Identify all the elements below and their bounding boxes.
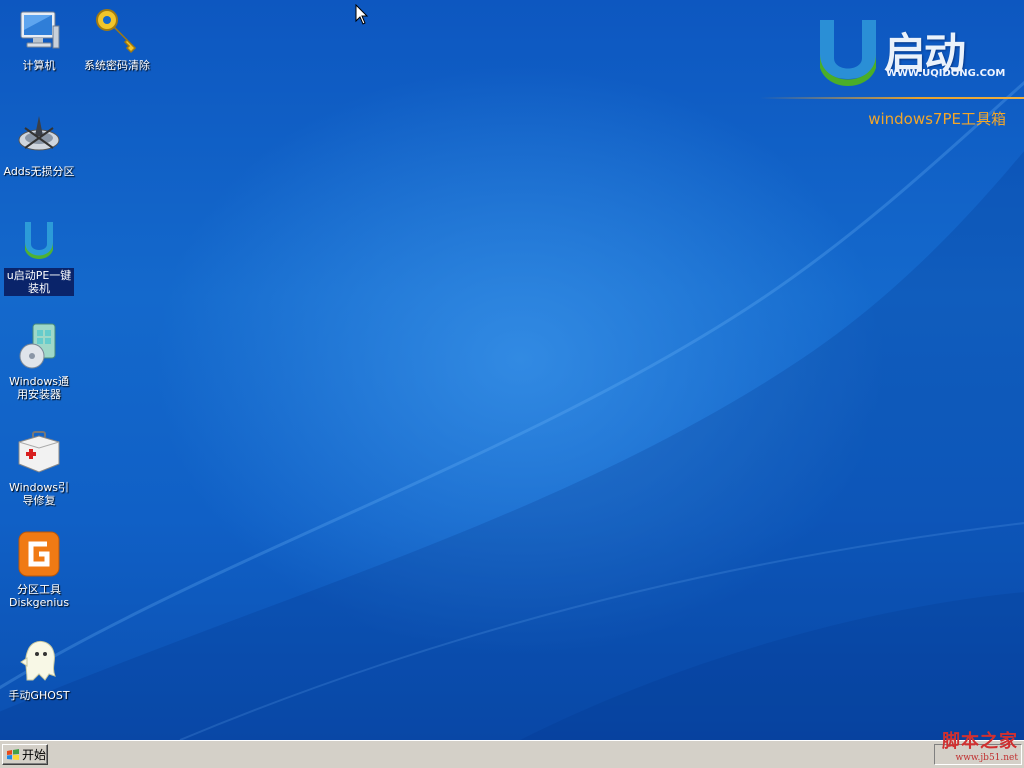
brand-logo: 启动 WWW.UQIDONG.COM windows7PE工具箱 bbox=[760, 10, 1024, 135]
desktop-icon-diskgenius[interactable]: 分区工具Diskgenius bbox=[0, 530, 79, 610]
desktop-icon-label: Adds无损分区 bbox=[3, 165, 75, 178]
site-watermark: 脚本之家 www.jb51.net bbox=[942, 727, 1018, 763]
ghost-icon bbox=[20, 641, 56, 681]
desktop-icon-label: 分区工具Diskgenius bbox=[9, 583, 70, 609]
desktop-icon-label: Windows通用安装器 bbox=[8, 375, 70, 401]
brand-subtitle: windows7PE工具箱 bbox=[868, 110, 1006, 128]
desktop-icon-boot-repair[interactable]: Windows引导修复 bbox=[0, 428, 79, 508]
brand-divider bbox=[760, 97, 1024, 99]
computer-icon bbox=[20, 11, 60, 49]
partition-tool-icon bbox=[18, 116, 60, 151]
windows-logo-icon bbox=[7, 748, 19, 760]
desktop[interactable]: 计算机 系统密码清除 Adds无损分区 u启动PE一键装机 Windows通用安… bbox=[0, 0, 1024, 740]
desktop-icon-windows-installer[interactable]: Windows通用安装器 bbox=[0, 322, 79, 402]
desktop-icon-computer[interactable]: 计算机 bbox=[0, 6, 79, 73]
key-icon bbox=[96, 9, 137, 54]
desktop-icon-uqidong-install[interactable]: u启动PE一键装机 bbox=[0, 216, 79, 296]
watermark-site: www.jb51.net bbox=[955, 753, 1018, 763]
desktop-icon-adds-partition[interactable]: Adds无损分区 bbox=[0, 112, 79, 179]
brand-url: WWW.UQIDONG.COM bbox=[886, 68, 1006, 79]
start-button[interactable]: 开始 bbox=[2, 744, 48, 765]
desktop-icon-ghost[interactable]: 手动GHOST bbox=[0, 636, 79, 703]
uqidong-logo-icon bbox=[25, 222, 53, 259]
watermark-title: 脚本之家 bbox=[942, 731, 1018, 752]
diskgenius-icon bbox=[18, 531, 60, 577]
start-button-label: 开始 bbox=[22, 748, 47, 762]
desktop-icon-label: Windows引导修复 bbox=[8, 481, 70, 507]
desktop-icon-label: 计算机 bbox=[22, 59, 56, 72]
desktop-icon-password-reset[interactable]: 系统密码清除 bbox=[77, 6, 157, 73]
taskbar: 开始 bbox=[0, 740, 1024, 768]
installer-disc-icon bbox=[19, 323, 56, 369]
desktop-icon-label: 手动GHOST bbox=[8, 689, 70, 702]
first-aid-kit-icon bbox=[18, 431, 60, 473]
uqidong-u-logo-icon bbox=[820, 20, 876, 86]
mouse-cursor-icon bbox=[355, 4, 369, 25]
desktop-icon-label: u启动PE一键装机 bbox=[4, 268, 74, 296]
desktop-icon-label: 系统密码清除 bbox=[84, 59, 150, 72]
